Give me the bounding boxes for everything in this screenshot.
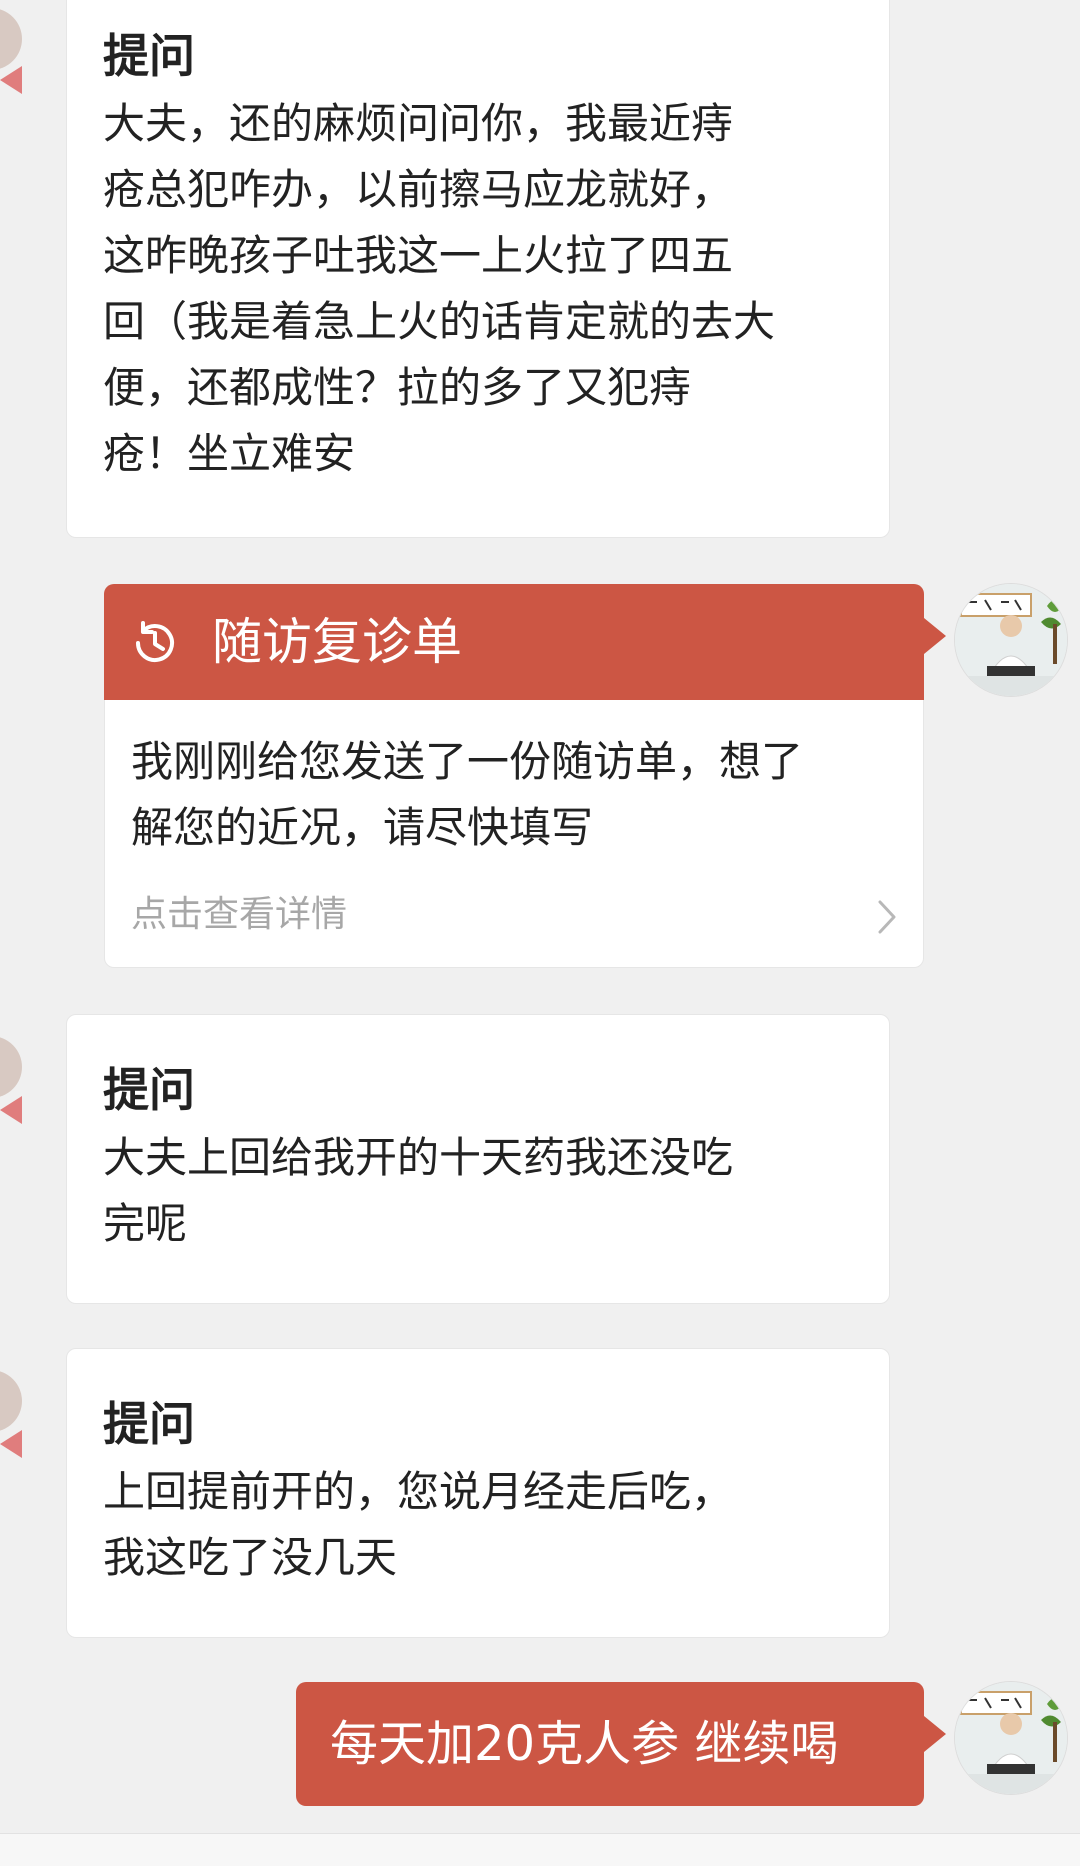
question-card[interactable]: 提问 上回提前开的，您说月经走后吃， 我这吃了没几天 [66,1348,890,1638]
question-line: 回（我是着急上火的话肯定就的去大 [103,297,776,346]
bubble-tail [924,1716,946,1752]
doctor-avatar[interactable] [955,584,1067,696]
question-body: 大夫，还的麻烦问问你，我最近痔 疮总犯咋办，以前擦马应龙就好， 这昨晚孩子吐我这… [103,91,889,487]
followup-body: 我刚刚给您发送了一份随访单，想了 解您的近况，请尽快填写 [131,729,803,861]
followup-title: 随访复诊单 [212,613,462,671]
question-line: 完呢 [103,1199,188,1248]
clock-history-icon [128,616,182,670]
question-line: 大夫，还的麻烦问问你，我最近痔 [103,99,734,148]
chevron-right-icon [875,897,899,941]
followup-line: 解您的近况，请尽快填写 [131,803,594,852]
question-card[interactable]: 提问 大夫上回给我开的十天药我还没吃 完呢 [66,1014,890,1304]
question-body: 上回提前开的，您说月经走后吃， 我这吃了没几天 [103,1459,889,1591]
question-line: 我这吃了没几天 [103,1533,398,1582]
bottom-bar [0,1833,1080,1866]
doctor-reply-bubble[interactable]: 每天加20克人参 继续喝 [296,1682,924,1806]
bubble-tail [0,1430,22,1458]
patient-avatar[interactable] [0,8,22,70]
question-line: 疮！坐立难安 [103,429,356,478]
patient-avatar[interactable] [0,1370,22,1432]
question-title: 提问 [103,1063,195,1117]
followup-card[interactable]: 随访复诊单 我刚刚给您发送了一份随访单，想了 解您的近况，请尽快填写 点击查看详… [104,584,924,968]
followup-line: 我刚刚给您发送了一份随访单，想了 [131,737,804,786]
question-line: 大夫上回给我开的十天药我还没吃 [103,1133,734,1182]
bubble-tail [924,618,946,654]
question-line: 上回提前开的，您说月经走后吃， [103,1467,734,1516]
question-card[interactable]: 提问 大夫，还的麻烦问问你，我最近痔 疮总犯咋办，以前擦马应龙就好， 这昨晚孩子… [66,0,890,538]
question-body: 大夫上回给我开的十天药我还没吃 完呢 [103,1125,889,1257]
question-line: 这昨晚孩子吐我这一上火拉了四五 [103,231,734,280]
view-details-label: 点击查看详情 [131,894,348,935]
patient-avatar[interactable] [0,1036,22,1098]
bubble-tail [0,1096,22,1124]
question-title: 提问 [103,29,195,83]
question-line: 疮总犯咋办，以前擦马应龙就好， [103,165,734,214]
followup-header: 随访复诊单 [104,584,924,700]
question-title: 提问 [103,1397,195,1451]
doctor-avatar[interactable] [955,1682,1067,1794]
reply-text: 每天加20克人参 继续喝 [330,1716,839,1772]
bubble-tail [0,66,22,94]
view-details-link[interactable]: 点击查看详情 [105,877,925,957]
question-line: 便，还都成性？拉的多了又犯痔 [103,363,692,412]
